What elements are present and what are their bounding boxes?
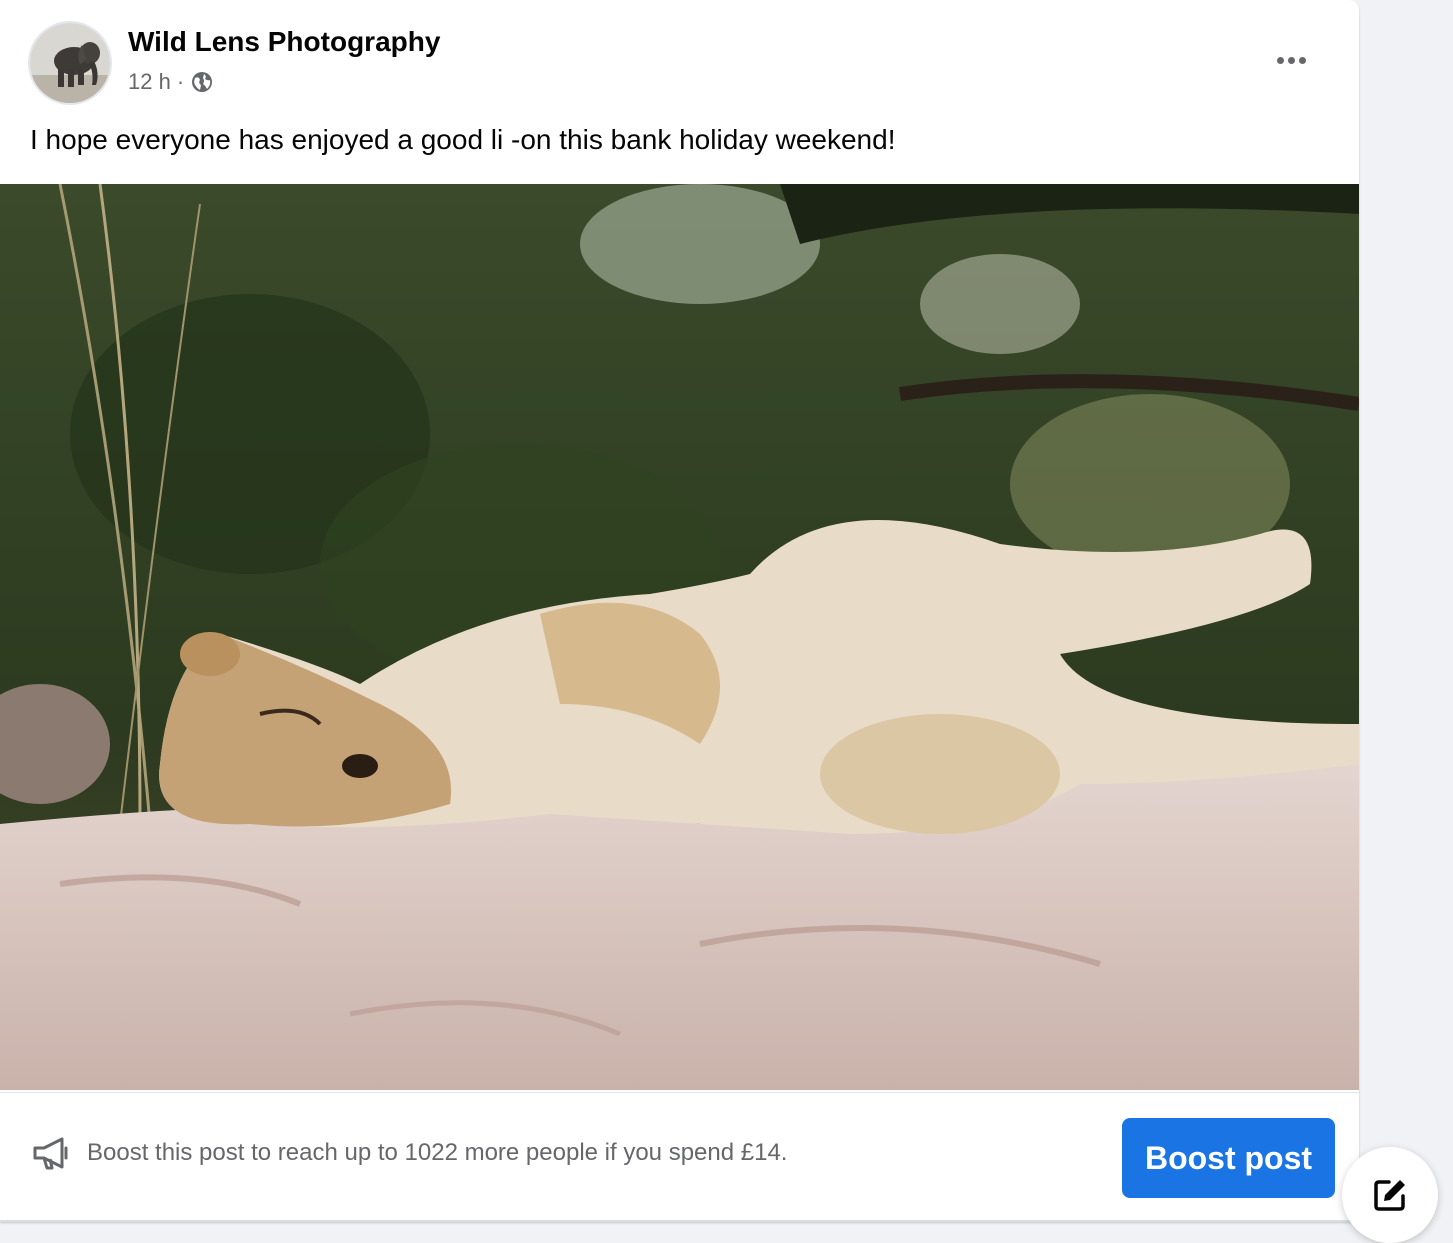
page-avatar[interactable] xyxy=(30,23,110,103)
post-timestamp[interactable]: 12 h xyxy=(128,69,171,95)
card-divider xyxy=(0,1220,1359,1222)
more-options-icon[interactable] xyxy=(1264,40,1318,80)
boost-post-button[interactable]: Boost post xyxy=(1122,1118,1335,1198)
page-name-link[interactable]: Wild Lens Photography xyxy=(128,26,440,58)
boost-bar: Boost this post to reach up to 1022 more… xyxy=(0,1092,1359,1221)
megaphone-icon xyxy=(32,1136,70,1170)
post-meta: 12 h · xyxy=(128,69,214,95)
meta-separator: · xyxy=(176,69,185,94)
compose-button[interactable] xyxy=(1342,1147,1438,1243)
globe-icon[interactable] xyxy=(190,70,214,94)
boost-message: Boost this post to reach up to 1022 more… xyxy=(87,1139,788,1166)
post-photo[interactable] xyxy=(0,184,1359,1090)
lioness-photo xyxy=(0,184,1359,1090)
compose-icon xyxy=(1374,1180,1405,1211)
post-text: I hope everyone has enjoyed a good li -o… xyxy=(30,124,896,155)
post-card: Wild Lens Photography 12 h · I hope ever… xyxy=(0,0,1359,1222)
elephant-avatar-image xyxy=(30,23,110,103)
